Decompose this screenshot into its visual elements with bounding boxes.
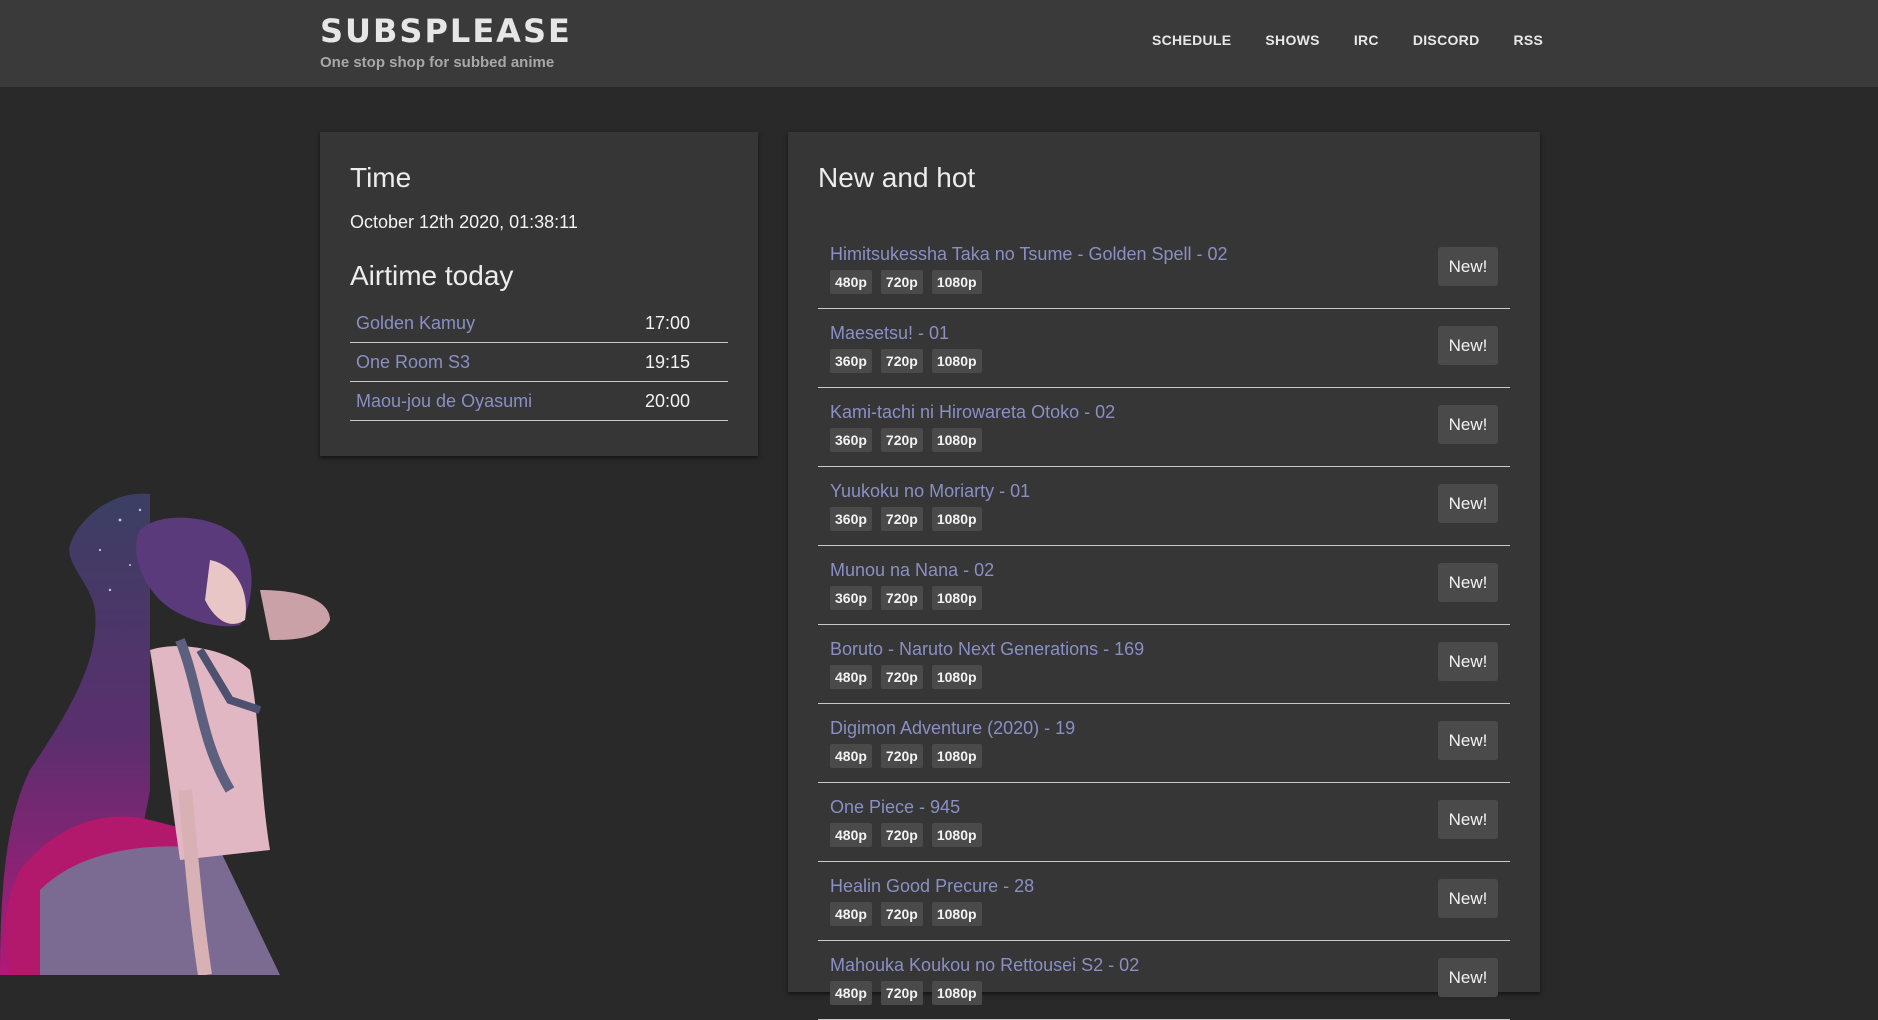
release-title-link[interactable]: Healin Good Precure - 28: [830, 876, 1034, 897]
quality-badge[interactable]: 1080p: [931, 349, 982, 373]
airtime-row: Maou-jou de Oyasumi 20:00: [350, 382, 728, 421]
release-title-link[interactable]: Mahouka Koukou no Rettousei S2 - 02: [830, 955, 1139, 976]
time-panel: Time October 12th 2020, 01:38:11 Airtime…: [320, 132, 758, 456]
quality-badge[interactable]: 1080p: [931, 586, 982, 610]
airtime-row: One Room S3 19:15: [350, 343, 728, 382]
release-row: Himitsukessha Taka no Tsume - Golden Spe…: [818, 230, 1510, 309]
airtime-list: Golden Kamuy 17:00 One Room S3 19:15 Mao…: [350, 304, 728, 421]
quality-badge[interactable]: 1080p: [931, 981, 982, 1005]
quality-badges: 480p 720p 1080p: [830, 270, 991, 294]
release-title-link[interactable]: Himitsukessha Taka no Tsume - Golden Spe…: [830, 244, 1228, 265]
quality-badges: 360p 720p 1080p: [830, 586, 991, 610]
quality-badges: 360p 720p 1080p: [830, 507, 991, 531]
site-tagline: One stop shop for subbed anime: [320, 54, 555, 71]
quality-badge[interactable]: 1080p: [931, 507, 982, 531]
quality-badge[interactable]: 720p: [880, 902, 923, 926]
quality-badge[interactable]: 720p: [880, 428, 923, 452]
quality-badge[interactable]: 720p: [880, 981, 923, 1005]
airtime-show-link[interactable]: Maou-jou de Oyasumi: [356, 391, 532, 412]
release-title-link[interactable]: Kami-tachi ni Hirowareta Otoko - 02: [830, 402, 1115, 423]
airtime-show-link[interactable]: One Room S3: [356, 352, 470, 373]
main-nav: SCHEDULE SHOWS IRC DISCORD RSS: [1152, 32, 1543, 48]
quality-badge[interactable]: 480p: [830, 902, 872, 926]
quality-badge[interactable]: 720p: [880, 507, 923, 531]
new-badge: New!: [1438, 721, 1498, 760]
nav-schedule[interactable]: SCHEDULE: [1152, 32, 1231, 48]
quality-badge[interactable]: 720p: [880, 744, 923, 768]
quality-badge[interactable]: 480p: [830, 744, 872, 768]
nav-shows[interactable]: SHOWS: [1265, 32, 1319, 48]
quality-badge[interactable]: 480p: [830, 665, 872, 689]
release-row: Healin Good Precure - 28 480p 720p 1080p New…: [818, 862, 1510, 941]
quality-badge[interactable]: 1080p: [931, 428, 982, 452]
airtime-time: 20:00: [644, 390, 690, 411]
quality-badges: 480p 720p 1080p: [830, 744, 991, 768]
release-title-link[interactable]: Munou na Nana - 02: [830, 560, 994, 581]
quality-badge[interactable]: 360p: [830, 428, 872, 452]
new-and-hot-panel: New and hot Himitsukessha Taka no Tsume …: [788, 132, 1540, 1020]
new-badge: New!: [1438, 642, 1498, 681]
current-time: October 12th 2020, 01:38:11: [350, 212, 578, 232]
quality-badge[interactable]: 1080p: [931, 744, 982, 768]
quality-badge[interactable]: 1080p: [931, 902, 982, 926]
airtime-time: 17:00: [644, 312, 690, 333]
quality-badge[interactable]: 360p: [830, 349, 872, 373]
brand[interactable]: SUBSPLEASE One stop shop for subbed anim…: [320, 12, 572, 71]
nav-rss[interactable]: RSS: [1514, 32, 1544, 48]
site-title[interactable]: SUBSPLEASE: [320, 12, 572, 50]
quality-badges: 480p 720p 1080p: [830, 902, 991, 926]
anime-character-illustration: [0, 493, 330, 975]
new-badge: New!: [1438, 563, 1498, 602]
airtime-row: Golden Kamuy 17:00: [350, 304, 728, 343]
quality-badge[interactable]: 360p: [830, 507, 872, 531]
nav-discord[interactable]: DISCORD: [1413, 32, 1480, 48]
quality-badge[interactable]: 480p: [830, 981, 872, 1005]
new-badge: New!: [1438, 484, 1498, 523]
release-list: Himitsukessha Taka no Tsume - Golden Spe…: [818, 230, 1510, 1020]
quality-badge[interactable]: 720p: [880, 586, 923, 610]
quality-badge[interactable]: 360p: [830, 586, 872, 610]
quality-badge[interactable]: 720p: [880, 270, 923, 294]
quality-badge[interactable]: 720p: [880, 823, 923, 847]
quality-badge[interactable]: 720p: [880, 665, 923, 689]
new-badge: New!: [1438, 247, 1498, 286]
new-badge: New!: [1438, 405, 1498, 444]
release-title-link[interactable]: Digimon Adventure (2020) - 19: [830, 718, 1075, 739]
release-title-link[interactable]: One Piece - 945: [830, 797, 960, 818]
quality-badges: 480p 720p 1080p: [830, 981, 991, 1005]
quality-badge[interactable]: 1080p: [931, 665, 982, 689]
quality-badge[interactable]: 1080p: [931, 823, 982, 847]
release-row: One Piece - 945 480p 720p 1080p New!: [818, 783, 1510, 862]
release-row: Yuukoku no Moriarty - 01 360p 720p 1080p New…: [818, 467, 1510, 546]
airtime-time: 19:15: [644, 351, 690, 372]
new-badge: New!: [1438, 326, 1498, 365]
new-badge: New!: [1438, 879, 1498, 918]
nav-irc[interactable]: IRC: [1354, 32, 1379, 48]
new-badge: New!: [1438, 800, 1498, 839]
new-badge: New!: [1438, 958, 1498, 997]
quality-badges: 480p 720p 1080p: [830, 665, 991, 689]
quality-badges: 480p 720p 1080p: [830, 823, 991, 847]
airtime-heading: Airtime today: [350, 260, 514, 291]
release-row: Mahouka Koukou no Rettousei S2 - 02 480p 7…: [818, 941, 1510, 1020]
quality-badges: 360p 720p 1080p: [830, 349, 991, 373]
airtime-show-link[interactable]: Golden Kamuy: [356, 313, 475, 334]
quality-badges: 360p 720p 1080p: [830, 428, 991, 452]
quality-badge[interactable]: 480p: [830, 270, 872, 294]
release-row: Digimon Adventure (2020) - 19 480p 720p 108…: [818, 704, 1510, 783]
quality-badge[interactable]: 480p: [830, 823, 872, 847]
release-title-link[interactable]: Maesetsu! - 01: [830, 323, 949, 344]
release-row: Maesetsu! - 01 360p 720p 1080p New!: [818, 309, 1510, 388]
release-title-link[interactable]: Yuukoku no Moriarty - 01: [830, 481, 1030, 502]
release-row: Boruto - Naruto Next Generations - 169 48…: [818, 625, 1510, 704]
release-row: Munou na Nana - 02 360p 720p 1080p New!: [818, 546, 1510, 625]
time-heading: Time: [350, 162, 412, 193]
top-navbar: SUBSPLEASE One stop shop for subbed anim…: [0, 0, 1878, 87]
release-row: Kami-tachi ni Hirowareta Otoko - 02 360p 7…: [818, 388, 1510, 467]
quality-badge[interactable]: 1080p: [931, 270, 982, 294]
quality-badge[interactable]: 720p: [880, 349, 923, 373]
release-title-link[interactable]: Boruto - Naruto Next Generations - 169: [830, 639, 1144, 660]
new-and-hot-heading: New and hot: [818, 162, 976, 193]
